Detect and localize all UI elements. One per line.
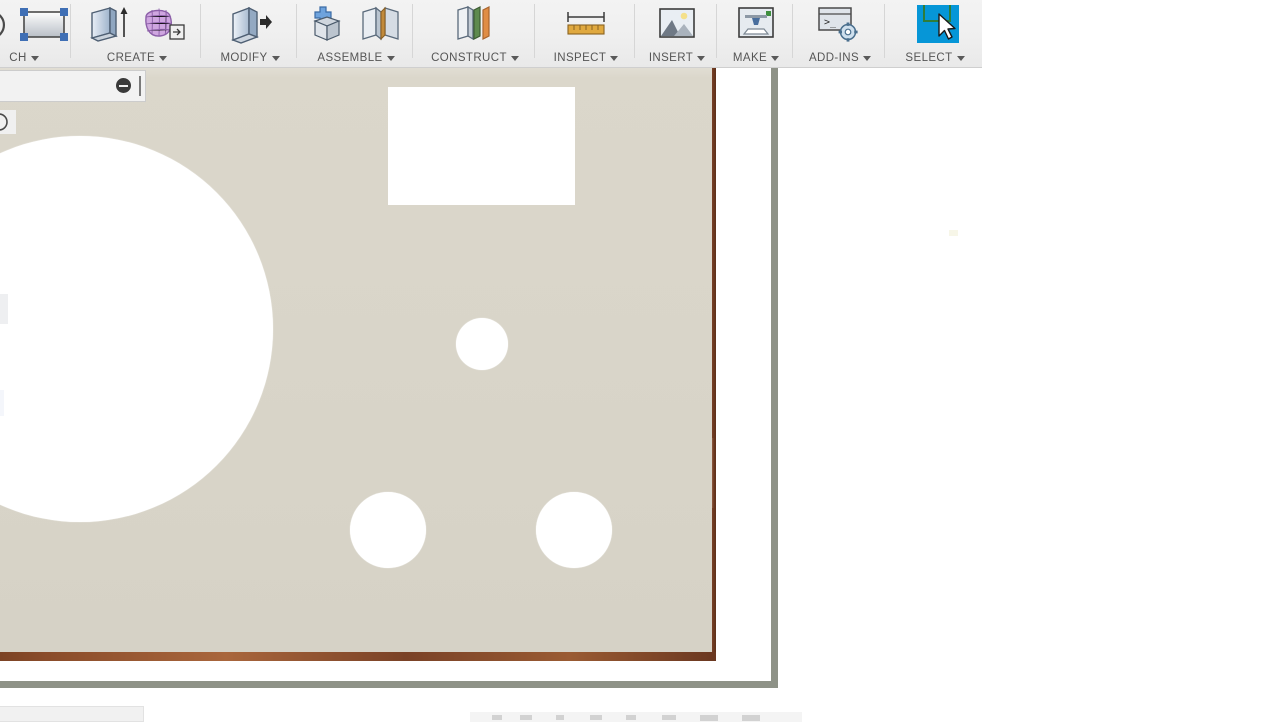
insert-label-text: INSERT	[649, 52, 693, 64]
bottom-toolbar-glyph[interactable]	[626, 715, 636, 720]
bottom-toolbar-glyph[interactable]	[662, 715, 676, 720]
part-top-face[interactable]	[0, 68, 712, 652]
chevron-down-icon[interactable]	[863, 56, 871, 61]
navigation-mark	[949, 230, 958, 236]
ribbon-group-assemble[interactable]: ASSEMBLE	[300, 0, 412, 68]
part-outline	[0, 68, 778, 688]
modify-label-text: MODIFY	[220, 52, 267, 64]
chevron-down-icon[interactable]	[31, 56, 39, 61]
minus-circle-icon[interactable]	[116, 78, 131, 93]
center-small-hole[interactable]	[456, 318, 508, 370]
ribbon-group-make-label: MAKE	[733, 48, 779, 68]
ribbon-group-insert-label: INSERT	[649, 48, 705, 68]
press-pull-icon[interactable]	[227, 5, 273, 45]
bottom-toolbar-glyph[interactable]	[742, 715, 760, 721]
addins-label-text: ADD-INS	[809, 52, 859, 64]
assemble-label-text: ASSEMBLE	[317, 52, 382, 64]
text-caret	[139, 76, 141, 96]
ribbon-group-sketch-label: CH	[9, 48, 38, 68]
bottom-toolbar-glyph[interactable]	[492, 715, 502, 720]
svg-text:>_: >_	[824, 17, 837, 28]
chevron-down-icon[interactable]	[159, 56, 167, 61]
ribbon-group-addins[interactable]: >_ ADD-INS	[796, 0, 884, 68]
ribbon-group-modify-icons	[227, 0, 273, 48]
joint-icon[interactable]	[359, 5, 405, 45]
ribbon-group-create[interactable]: CREATE	[74, 0, 200, 68]
make-label-text: MAKE	[733, 52, 767, 64]
ribbon-separator	[200, 4, 201, 58]
ribbon-toolbar: CH	[0, 0, 982, 68]
measure-icon[interactable]	[563, 5, 609, 45]
ribbon-group-assemble-label: ASSEMBLE	[317, 48, 394, 68]
ribbon-group-select[interactable]: SELECT	[888, 0, 982, 68]
3d-canvas[interactable]	[0, 68, 982, 720]
rectangular-pocket[interactable]	[388, 87, 575, 205]
ribbon-group-select-label: SELECT	[905, 48, 964, 68]
left-edge-panel-2[interactable]	[0, 390, 4, 416]
large-bore-hole[interactable]	[0, 136, 273, 522]
ribbon-separator	[634, 4, 635, 58]
create-label-text: CREATE	[107, 52, 155, 64]
ribbon-group-insert[interactable]: INSERT	[638, 0, 716, 68]
ribbon-group-inspect[interactable]: INSPECT	[538, 0, 634, 68]
ribbon-separator	[792, 4, 793, 58]
chevron-down-icon[interactable]	[610, 56, 618, 61]
new-component-icon[interactable]	[307, 5, 351, 45]
partial-circle-icon	[0, 112, 16, 132]
ribbon-separator	[884, 4, 885, 58]
lower-right-hole[interactable]	[536, 492, 612, 568]
chevron-down-icon[interactable]	[957, 56, 965, 61]
ribbon-separator	[534, 4, 535, 58]
ribbon-group-addins-label: ADD-INS	[809, 48, 871, 68]
insert-decal-icon[interactable]	[654, 5, 700, 45]
ribbon-separator	[412, 4, 413, 58]
lower-left-hole[interactable]	[350, 492, 426, 568]
browser-toggle-button[interactable]	[0, 110, 16, 134]
ribbon-separator	[296, 4, 297, 58]
scripts-and-addins-icon[interactable]: >_	[815, 5, 865, 45]
sketch-rectangle-icon[interactable]	[18, 7, 72, 43]
select-tool-icon[interactable]	[910, 5, 960, 45]
chevron-down-icon[interactable]	[697, 56, 705, 61]
left-edge-panel-1[interactable]	[0, 294, 8, 324]
sketch-arc-icon[interactable]	[0, 7, 10, 43]
bottom-toolbar-glyph[interactable]	[520, 715, 532, 720]
construct-label-text: CONSTRUCT	[431, 52, 507, 64]
part-bottom-edge	[0, 652, 716, 661]
ribbon-group-construct-label: CONSTRUCT	[431, 48, 519, 68]
extrude-icon[interactable]	[86, 5, 132, 45]
select-label-text: SELECT	[905, 52, 952, 64]
bottom-toolbar-glyph[interactable]	[590, 715, 602, 720]
ribbon-separator	[716, 4, 717, 58]
ribbon-group-modify[interactable]: MODIFY	[204, 0, 296, 68]
chevron-down-icon[interactable]	[771, 56, 779, 61]
chevron-down-icon[interactable]	[387, 56, 395, 61]
ribbon-group-make[interactable]: MAKE	[720, 0, 792, 68]
ribbon-group-assemble-icons	[307, 0, 405, 48]
offset-plane-icon[interactable]	[452, 5, 498, 45]
ribbon-group-construct[interactable]: CONSTRUCT	[416, 0, 534, 68]
ribbon-group-sketch[interactable]: CH	[0, 0, 70, 68]
ribbon-group-make-icons	[733, 0, 779, 48]
ribbon-group-inspect-label: INSPECT	[554, 48, 619, 68]
ribbon-group-create-icons	[86, 0, 188, 48]
chevron-down-icon[interactable]	[511, 56, 519, 61]
ribbon-group-sketch-icons	[0, 0, 72, 48]
inspect-label-text: INSPECT	[554, 52, 607, 64]
sketch-label-text: CH	[9, 52, 26, 64]
ribbon-group-addins-icons: >_	[815, 0, 865, 48]
ribbon-group-select-icons	[910, 0, 960, 48]
ribbon-group-inspect-icons	[563, 0, 609, 48]
ribbon-group-modify-label: MODIFY	[220, 48, 279, 68]
ribbon-group-insert-icons	[654, 0, 700, 48]
ribbon-group-construct-icons	[452, 0, 498, 48]
bottom-toolbar-glyph[interactable]	[700, 715, 718, 721]
ribbon-separator	[70, 4, 71, 58]
3d-print-icon[interactable]	[733, 5, 779, 45]
chevron-down-icon[interactable]	[272, 56, 280, 61]
create-mesh-icon[interactable]	[140, 5, 188, 45]
ribbon-group-create-label: CREATE	[107, 48, 167, 68]
bottom-toolbar-glyph[interactable]	[556, 715, 564, 720]
